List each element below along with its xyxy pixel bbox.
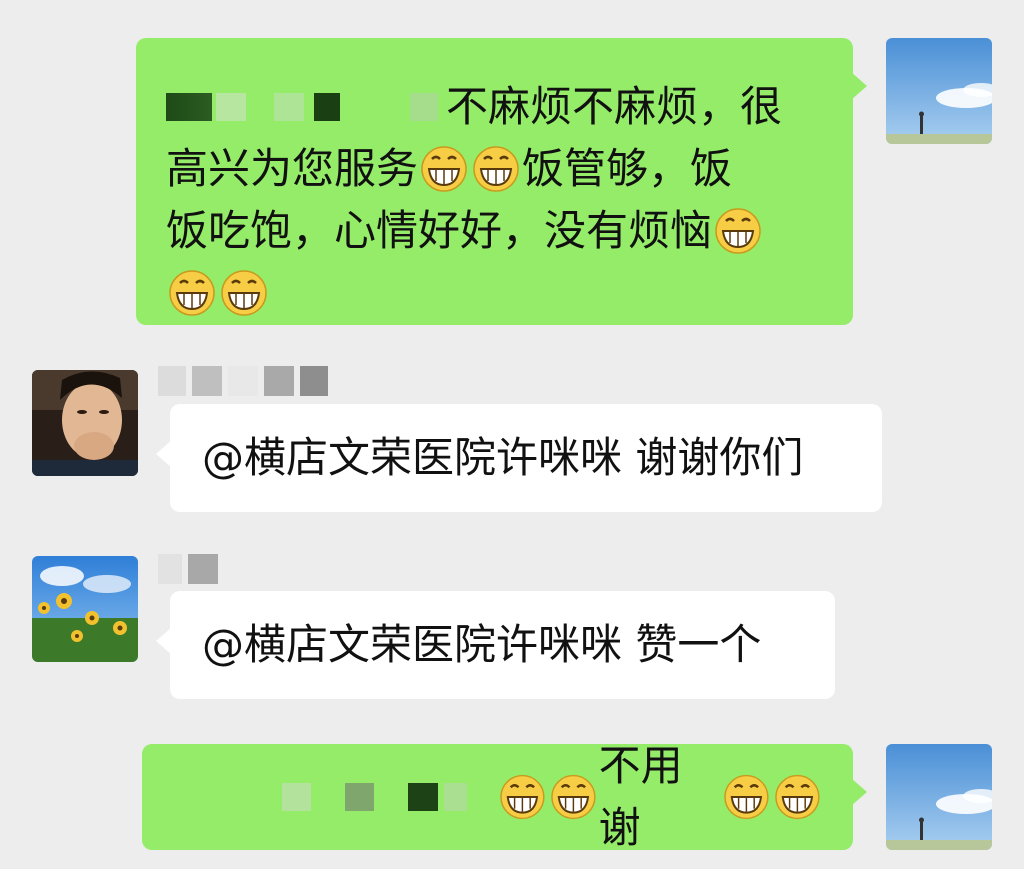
redacted-mention — [314, 93, 340, 121]
message-text: 不用谢 — [598, 741, 683, 852]
redacted-mention — [216, 93, 246, 121]
grinning-face-icon — [499, 773, 546, 821]
grinning-face-icon — [420, 145, 468, 193]
redacted-mention — [443, 783, 468, 811]
sky-avatar-icon — [886, 38, 992, 144]
message-text: 饭吃饱，心情好好，没有烦恼 — [166, 206, 713, 255]
grinning-face-icon — [550, 773, 597, 821]
message-text: @横店文荣医院许咪咪 谢谢你们 — [202, 433, 804, 482]
message-line — [166, 262, 823, 324]
sender-nickname-redacted — [158, 554, 218, 584]
message-text: 不麻烦不麻烦，很 — [446, 82, 783, 131]
redacted-mention — [410, 93, 438, 121]
grinning-face-icon — [714, 207, 762, 255]
grinning-face-icon — [168, 269, 216, 317]
sunflower-avatar-icon — [32, 556, 138, 662]
message-text: 饭管够，饭 — [522, 144, 733, 193]
grinning-face-icon — [472, 145, 520, 193]
redacted-mention — [274, 93, 304, 121]
redacted-mention — [408, 783, 438, 811]
message-line: 高兴为您服务 饭管够，饭 — [166, 138, 823, 200]
grinning-face-icon — [774, 773, 821, 821]
sender-nickname-redacted — [158, 366, 328, 396]
message-text: 高兴为您服务 — [166, 144, 419, 193]
redacted-mention — [166, 93, 212, 121]
received-message-bubble[interactable]: @横店文荣医院许咪咪 谢谢你们 — [156, 404, 882, 512]
sent-message-bubble[interactable]: 不麻烦不麻烦，很 高兴为您服务 饭管够，饭 饭吃饱，心情好好，没有烦恼 — [136, 38, 867, 325]
self-avatar[interactable] — [886, 38, 992, 144]
sender-avatar[interactable] — [32, 556, 138, 662]
received-message-bubble[interactable]: @横店文荣医院许咪咪 赞一个 — [156, 591, 835, 699]
self-avatar[interactable] — [886, 744, 992, 850]
grinning-face-icon — [723, 773, 770, 821]
grinning-face-icon — [220, 269, 268, 317]
redacted-mention — [345, 783, 375, 811]
message-line: 饭吃饱，心情好好，没有烦恼 — [166, 200, 823, 262]
man-photo-avatar-icon — [32, 370, 138, 476]
sender-avatar[interactable] — [32, 370, 138, 476]
redacted-mention — [282, 783, 312, 811]
sent-message-bubble[interactable]: 不用谢 — [142, 741, 867, 852]
sky-avatar-icon — [886, 744, 992, 850]
message-line: 不麻烦不麻烦，很 — [166, 76, 823, 138]
message-text: @横店文荣医院许咪咪 赞一个 — [202, 620, 762, 669]
